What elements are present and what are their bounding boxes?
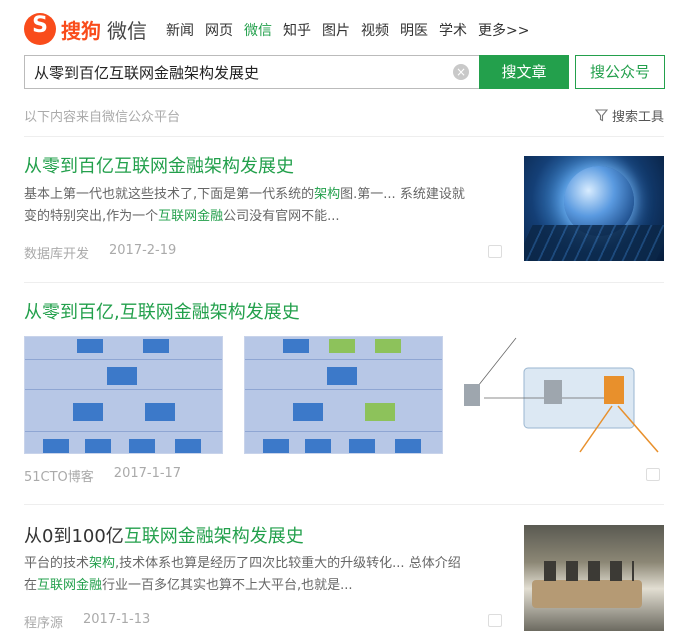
logo-brand-text: 搜狗 xyxy=(61,18,101,43)
result-source[interactable]: 51CTO博客 xyxy=(24,466,94,485)
result-date: 2017-1-17 xyxy=(113,466,182,481)
result-meta: 51CTO博客 2017-1-17 xyxy=(24,466,181,485)
source-note: 以下内容来自微信公众平台 xyxy=(24,110,181,125)
nav-item-scholar[interactable]: 学术 xyxy=(439,20,467,40)
search-accounts-button[interactable]: 搜公众号 xyxy=(575,55,665,89)
nav-item-mingyi[interactable]: 明医 xyxy=(400,20,428,40)
header: 搜狗 微信 新闻 网页 微信 知乎 图片 视频 明医 学术 更多>> × 搜文章… xyxy=(0,0,691,100)
search-input[interactable] xyxy=(25,56,453,88)
result-thumbnail[interactable] xyxy=(24,336,223,454)
share-icon[interactable] xyxy=(646,468,660,481)
result-snippet: 平台的技术架构,技术体系也算是经历了四次比较重大的升级转化... 总体介绍 在互… xyxy=(24,556,461,593)
divider xyxy=(24,136,664,137)
result-date: 2017-2-19 xyxy=(109,243,177,258)
search-tools-label: 搜索工具 xyxy=(611,110,664,125)
result-title[interactable]: 从0到100亿互联网金融架构发展史 xyxy=(24,522,304,548)
result-title[interactable]: 从零到百亿互联网金融架构发展史 xyxy=(24,152,294,178)
nav-item-images[interactable]: 图片 xyxy=(322,20,350,40)
share-icon[interactable] xyxy=(488,245,502,258)
nav-item-weixin[interactable]: 微信 xyxy=(244,20,272,40)
search-tools[interactable]: 搜索工具 xyxy=(594,106,664,125)
search-articles-button[interactable]: 搜文章 xyxy=(479,55,569,89)
result-date: 2017-1-13 xyxy=(83,612,151,627)
logo-product-text: 微信 xyxy=(107,18,147,43)
result-thumbnail[interactable] xyxy=(462,336,664,454)
divider xyxy=(24,504,664,505)
nav-item-web[interactable]: 网页 xyxy=(205,20,233,40)
result-source[interactable]: 程序源 xyxy=(24,612,63,631)
result-thumbnail[interactable] xyxy=(524,156,664,261)
result-item: 从零到百亿互联网金融架构发展史 基本上第一代也就这些技术了,下面是第一代系统的架… xyxy=(24,152,664,272)
nav-item-more[interactable]: 更多>> xyxy=(478,20,529,40)
nav-item-video[interactable]: 视频 xyxy=(361,20,389,40)
share-icon[interactable] xyxy=(488,614,502,627)
result-item: 从0到100亿互联网金融架构发展史 平台的技术架构,技术体系也算是经历了四次比较… xyxy=(24,522,664,635)
result-source[interactable]: 数据库开发 xyxy=(24,243,89,262)
result-meta: 数据库开发 2017-2-19 xyxy=(24,243,176,262)
clear-icon[interactable]: × xyxy=(453,64,469,80)
result-snippet: 基本上第一代也就这些技术了,下面是第一代系统的架构图.第一... 系统建设就 变… xyxy=(24,187,465,224)
top-nav: 新闻 网页 微信 知乎 图片 视频 明医 学术 更多>> xyxy=(166,20,529,40)
filter-icon xyxy=(594,109,608,122)
result-thumbnail[interactable] xyxy=(244,336,443,454)
sogou-logo-icon xyxy=(24,13,56,45)
divider xyxy=(24,282,664,283)
search-box: × xyxy=(24,55,479,89)
result-item: 从零到百亿,互联网金融架构发展史 51CTO博客 2017-1-17 xyxy=(24,298,664,488)
nav-item-zhihu[interactable]: 知乎 xyxy=(283,20,311,40)
nav-item-news[interactable]: 新闻 xyxy=(166,20,194,40)
result-title[interactable]: 从零到百亿,互联网金融架构发展史 xyxy=(24,298,300,324)
sogou-logo[interactable]: 搜狗 微信 xyxy=(24,12,147,46)
result-meta: 程序源 2017-1-13 xyxy=(24,612,150,631)
result-thumbnail[interactable] xyxy=(524,525,664,631)
